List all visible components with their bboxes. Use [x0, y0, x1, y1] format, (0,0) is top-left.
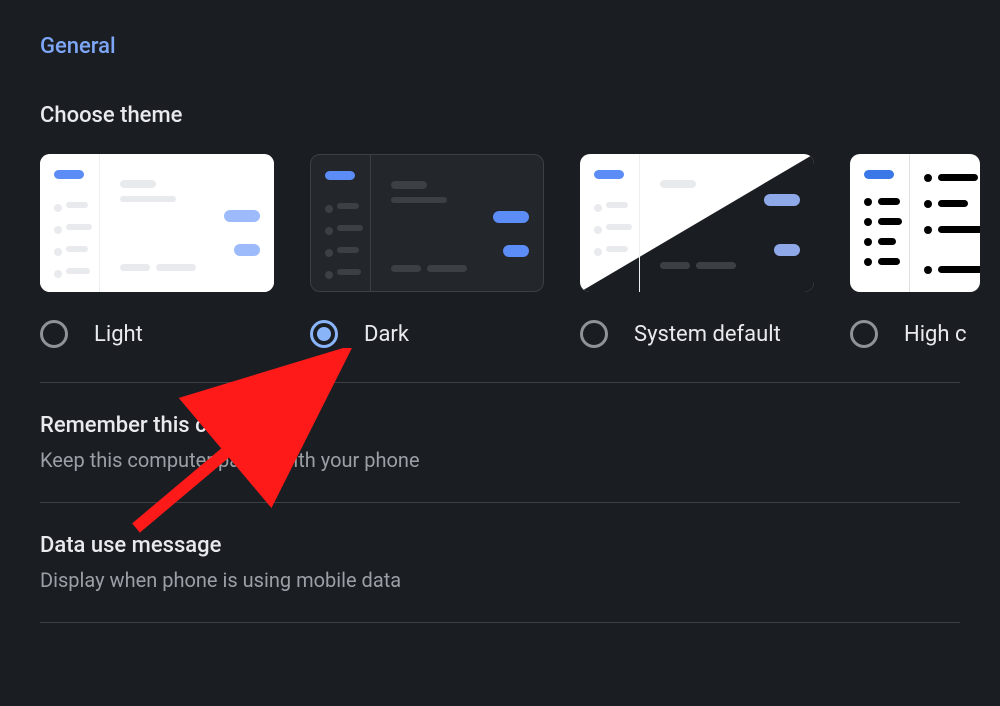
theme-option-light[interactable]: Light	[40, 154, 274, 348]
setting-description: Keep this computer paired with your phon…	[40, 448, 960, 472]
theme-preview-light	[40, 154, 274, 292]
theme-preview-dark	[310, 154, 544, 292]
theme-option-dark[interactable]: Dark	[310, 154, 544, 348]
setting-data-use-message[interactable]: Data use message Display when phone is u…	[40, 503, 960, 622]
theme-label-dark: Dark	[364, 322, 409, 347]
setting-title: Remember this computer	[40, 413, 960, 438]
choose-theme-label: Choose theme	[40, 103, 960, 128]
theme-label-high-contrast: High c	[904, 322, 967, 347]
divider	[40, 622, 960, 623]
radio-icon[interactable]	[40, 320, 68, 348]
theme-option-high-contrast[interactable]: High c	[850, 154, 980, 348]
theme-label-light: Light	[94, 322, 143, 347]
radio-icon[interactable]	[580, 320, 608, 348]
radio-icon[interactable]	[850, 320, 878, 348]
theme-radio-row-light[interactable]: Light	[40, 320, 274, 348]
general-settings-panel: General Choose theme	[0, 0, 1000, 623]
theme-option-system-default[interactable]: System default	[580, 154, 814, 348]
radio-icon[interactable]	[310, 320, 338, 348]
theme-label-system: System default	[634, 322, 781, 347]
theme-preview-system	[580, 154, 814, 292]
theme-radio-row-high-contrast[interactable]: High c	[850, 320, 980, 348]
theme-radio-row-system[interactable]: System default	[580, 320, 814, 348]
theme-radio-row-dark[interactable]: Dark	[310, 320, 544, 348]
setting-description: Display when phone is using mobile data	[40, 568, 960, 592]
setting-remember-computer[interactable]: Remember this computer Keep this compute…	[40, 383, 960, 502]
section-title: General	[40, 34, 960, 59]
setting-title: Data use message	[40, 533, 960, 558]
theme-preview-high-contrast	[850, 154, 980, 292]
theme-options-row: Light	[40, 154, 960, 348]
